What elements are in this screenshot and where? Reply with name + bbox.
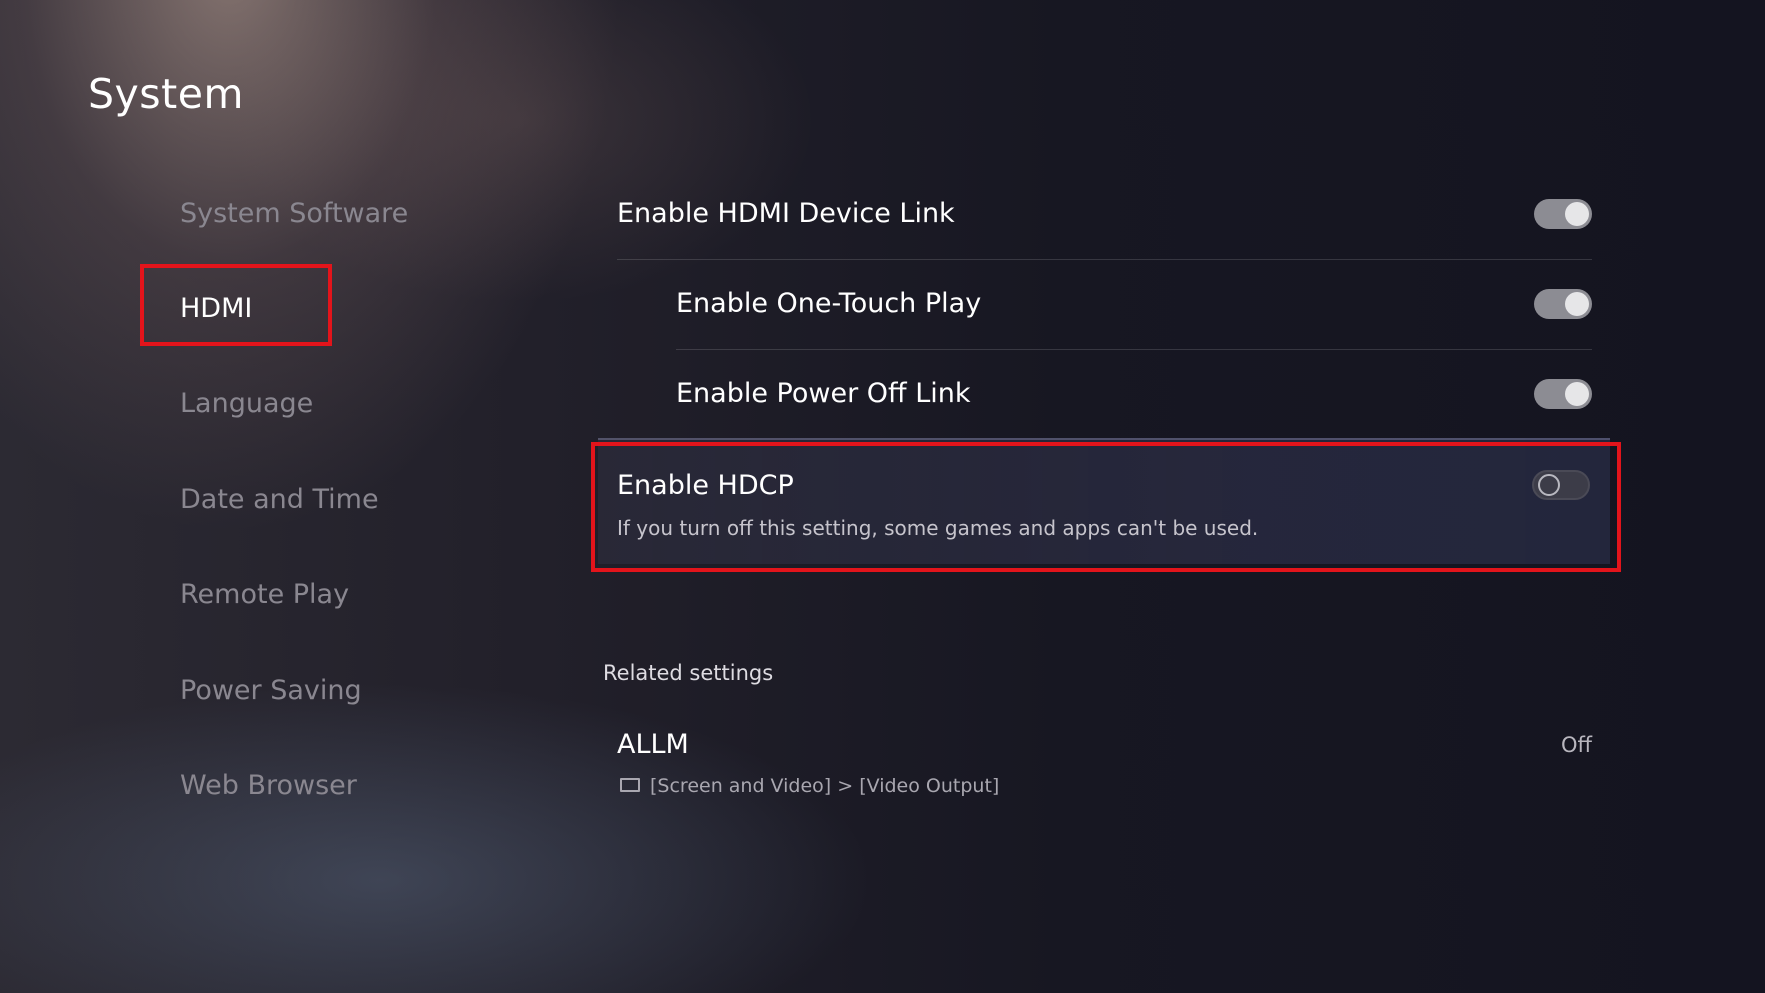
toggle-knob [1565,202,1589,226]
setting-row-hdmi-device-link[interactable]: Enable HDMI Device Link [617,170,1592,260]
sidebar-item-language[interactable]: Language [180,388,313,419]
sidebar-item-hdmi[interactable]: HDMI [180,293,252,324]
toggle-knob [1538,474,1560,496]
sidebar-item-power-saving[interactable]: Power Saving [180,675,362,706]
setting-label: Enable HDCP [617,470,794,501]
setting-label: Enable HDMI Device Link [617,198,955,229]
setting-label: Enable Power Off Link [676,378,971,409]
setting-row-power-off-link[interactable]: Enable Power Off Link [617,350,1592,440]
related-settings-title: Related settings [603,661,774,685]
page-title: System [88,70,244,118]
related-item-path-text: [Screen and Video] > [Video Output] [650,775,1000,797]
toggle-knob [1565,292,1589,316]
related-item-allm[interactable]: ALLM Off [Screen and Video] > [Video Out… [617,725,1592,805]
related-item-label: ALLM [617,729,689,760]
setting-row-hdcp[interactable]: Enable HDCP If you turn off this setting… [598,438,1610,564]
setting-description: If you turn off this setting, some games… [617,516,1259,540]
toggle-hdcp[interactable] [1532,470,1590,500]
sidebar-item-date-and-time[interactable]: Date and Time [180,484,379,515]
related-item-value: Off [1561,733,1592,757]
sidebar-item-system-software[interactable]: System Software [180,198,408,229]
sidebar-item-remote-play[interactable]: Remote Play [180,579,349,610]
toggle-hdmi-device-link[interactable] [1534,199,1592,229]
sidebar-item-web-browser[interactable]: Web Browser [180,770,357,801]
related-item-path: [Screen and Video] > [Video Output] [620,775,999,797]
toggle-knob [1565,382,1589,406]
screen-icon [620,778,640,792]
toggle-power-off-link[interactable] [1534,379,1592,409]
setting-label: Enable One-Touch Play [676,288,982,319]
setting-row-one-touch-play[interactable]: Enable One-Touch Play [617,260,1592,350]
toggle-one-touch-play[interactable] [1534,289,1592,319]
